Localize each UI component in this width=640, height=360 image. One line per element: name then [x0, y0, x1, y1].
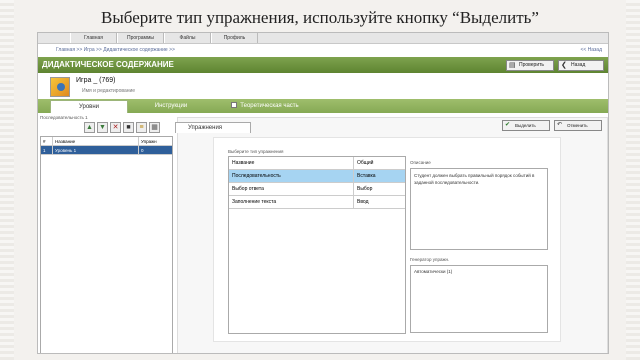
generator-box[interactable]: Автоматически (1)	[410, 265, 548, 333]
col-num: #	[41, 137, 53, 145]
tab-exercises[interactable]: Упражнения	[175, 122, 251, 133]
row-num: 1	[41, 146, 53, 154]
tab-levels[interactable]: Уровни	[50, 100, 128, 113]
exercise-type: Выбор	[357, 186, 373, 192]
levels-toolbar: ▲ ▼ ✕ ■ ≡ ▦	[84, 122, 160, 133]
col-exercise-type: Общий	[357, 160, 374, 166]
table-row[interactable]: Заполнение текста Ввод	[229, 196, 405, 209]
game-name: Игра _ (769)	[76, 77, 116, 84]
app-screenshot: Главная Программы Файлы Профиль Главная …	[37, 32, 609, 354]
col-count: Упражн	[141, 139, 157, 144]
back-arrow-icon: ❮	[561, 62, 567, 69]
game-subtitle: Имя и редактирование	[82, 88, 136, 94]
undo-icon: ↶	[557, 122, 563, 128]
exercise-types-table: Название Общий Последовательность Вставк…	[228, 156, 406, 334]
stop-icon[interactable]: ■	[123, 122, 134, 133]
check-icon: ✔	[505, 122, 511, 128]
exercise-name: Последовательность	[229, 170, 354, 182]
tab-instructions-label: Инструкции	[154, 103, 188, 109]
cancel-button-label: Отменить	[567, 123, 588, 128]
menu-item-home[interactable]: Главная	[70, 33, 117, 43]
select-button-label: Выделить	[515, 123, 536, 128]
tab-theory-label: Теоретическая часть	[240, 103, 299, 109]
generator-label: Генератор упражн.	[410, 257, 450, 262]
game-icon	[50, 77, 70, 97]
delete-icon[interactable]: ✕	[110, 122, 121, 133]
tab-levels-label: Уровни	[78, 104, 100, 110]
slide-border-right	[626, 0, 640, 360]
tab-bar: Уровни Инструкции Теоретическая часть	[38, 99, 608, 113]
top-menu: Главная Программы Файлы Профиль	[38, 33, 608, 44]
move-up-icon[interactable]: ▲	[84, 122, 95, 133]
tab-instructions[interactable]: Инструкции	[132, 100, 210, 113]
tab-theory[interactable]: Теоретическая часть	[210, 100, 320, 113]
cancel-button[interactable]: ↶ Отменить	[554, 120, 602, 131]
exercise-table-header: Название Общий	[229, 157, 405, 170]
levels-label: Последовательность 1	[40, 115, 88, 120]
page-icon: ▤	[509, 62, 516, 69]
preview-button-label: Проверить	[519, 62, 545, 68]
exercise-name: Выбор ответа	[229, 183, 354, 195]
back-button[interactable]: ❮ Назад	[558, 60, 604, 71]
back-button-label: Назад	[571, 62, 586, 68]
exercise-type: Ввод	[357, 199, 369, 205]
description-label: Описание	[410, 160, 431, 165]
menu-item-files[interactable]: Файлы	[164, 33, 211, 43]
breadcrumb: Главная >> Игра >> Дидактическое содержа…	[38, 45, 608, 55]
table-row[interactable]: Последовательность Вставка	[229, 170, 405, 183]
description-box: Студент должен выбрать правильный порядо…	[410, 168, 548, 250]
col-name: Название	[53, 137, 139, 145]
preview-button[interactable]: ▤ Проверить	[506, 60, 554, 71]
slide-title: Выберите тип упражнения, используйте кно…	[101, 8, 539, 27]
section-banner: ДИДАКТИЧЕСКОЕ СОДЕРЖАНИЕ ▤ Проверить ❮ Н…	[38, 57, 608, 73]
row-count: 0	[141, 148, 144, 153]
checkbox-icon[interactable]	[231, 102, 238, 109]
levels-table-header: # Название Упражн	[41, 137, 172, 146]
exit-link[interactable]: << Назад	[580, 45, 602, 55]
exercise-type: Вставка	[357, 173, 376, 179]
select-button[interactable]: ✔ Выделить	[502, 120, 550, 131]
table-row[interactable]: Выбор ответа Выбор	[229, 183, 405, 196]
table-row[interactable]: 1 Уровень 1 0	[41, 146, 172, 155]
col-exercise-name: Название	[229, 157, 354, 169]
section-title: ДИДАКТИЧЕСКОЕ СОДЕРЖАНИЕ	[42, 60, 174, 69]
slide-border-left	[0, 0, 14, 360]
exercise-list-label: Выберите тип упражнения	[228, 149, 284, 154]
menu-item-profile[interactable]: Профиль	[211, 33, 258, 43]
move-down-icon[interactable]: ▼	[97, 122, 108, 133]
list-icon[interactable]: ≡	[136, 122, 147, 133]
edit-icon[interactable]: ▦	[149, 122, 160, 133]
exercise-name: Заполнение текста	[229, 196, 354, 208]
row-name: Уровень 1	[53, 146, 139, 154]
breadcrumb-path[interactable]: Главная >> Игра >> Дидактическое содержа…	[56, 47, 175, 53]
menu-item-programs[interactable]: Программы	[117, 33, 164, 43]
levels-table: # Название Упражн 1 Уровень 1 0	[40, 136, 173, 353]
